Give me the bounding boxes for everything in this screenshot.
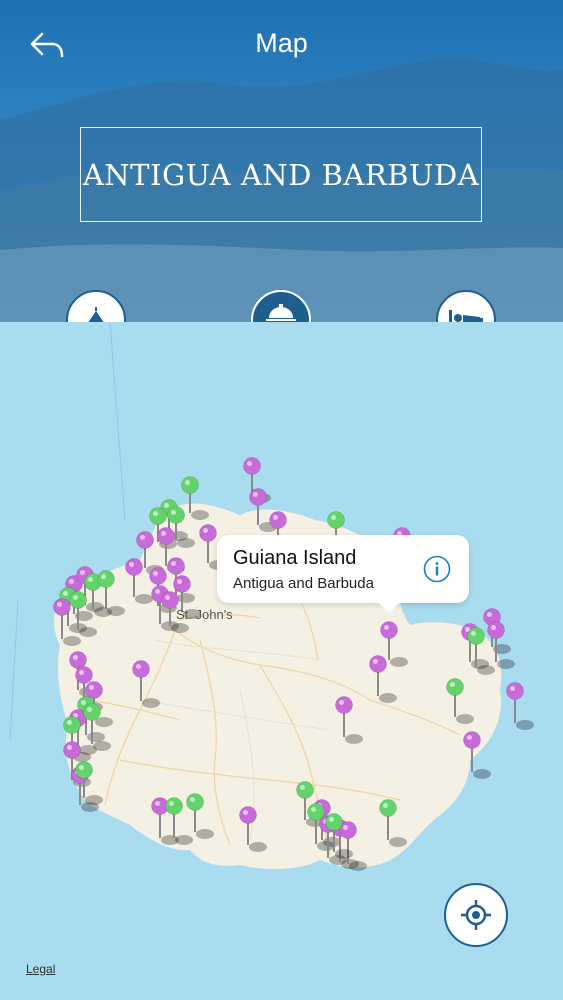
info-button[interactable] bbox=[423, 555, 451, 583]
map-pin[interactable] bbox=[181, 476, 210, 521]
destination-banner: ANTIGUA AND BARBUDA bbox=[80, 127, 482, 222]
map-pin[interactable] bbox=[239, 806, 268, 853]
map-pin[interactable] bbox=[335, 696, 364, 745]
map-pin[interactable] bbox=[379, 799, 408, 848]
map-pin[interactable] bbox=[463, 731, 492, 780]
map-pin[interactable] bbox=[83, 703, 112, 752]
callout-subtitle: Antigua and Barbuda bbox=[233, 575, 374, 592]
crosshair-location-icon bbox=[461, 900, 491, 930]
map-pin[interactable] bbox=[446, 678, 475, 725]
info-icon bbox=[423, 555, 451, 583]
map-callout[interactable]: Guiana Island Antigua and Barbuda bbox=[217, 535, 469, 613]
callout-title: Guiana Island bbox=[233, 547, 357, 569]
header-banner: Map ANTIGUA AND BARBUDA bbox=[0, 0, 563, 322]
map-pin[interactable] bbox=[506, 682, 535, 731]
map-pin[interactable] bbox=[186, 793, 215, 840]
place-label-st-johns: St. John's bbox=[176, 607, 233, 622]
page-title: Map bbox=[255, 28, 308, 58]
map-pin[interactable] bbox=[132, 660, 161, 709]
legal-link[interactable]: Legal bbox=[26, 962, 55, 976]
locate-me-button[interactable] bbox=[444, 883, 508, 947]
map-pin[interactable] bbox=[125, 558, 154, 605]
